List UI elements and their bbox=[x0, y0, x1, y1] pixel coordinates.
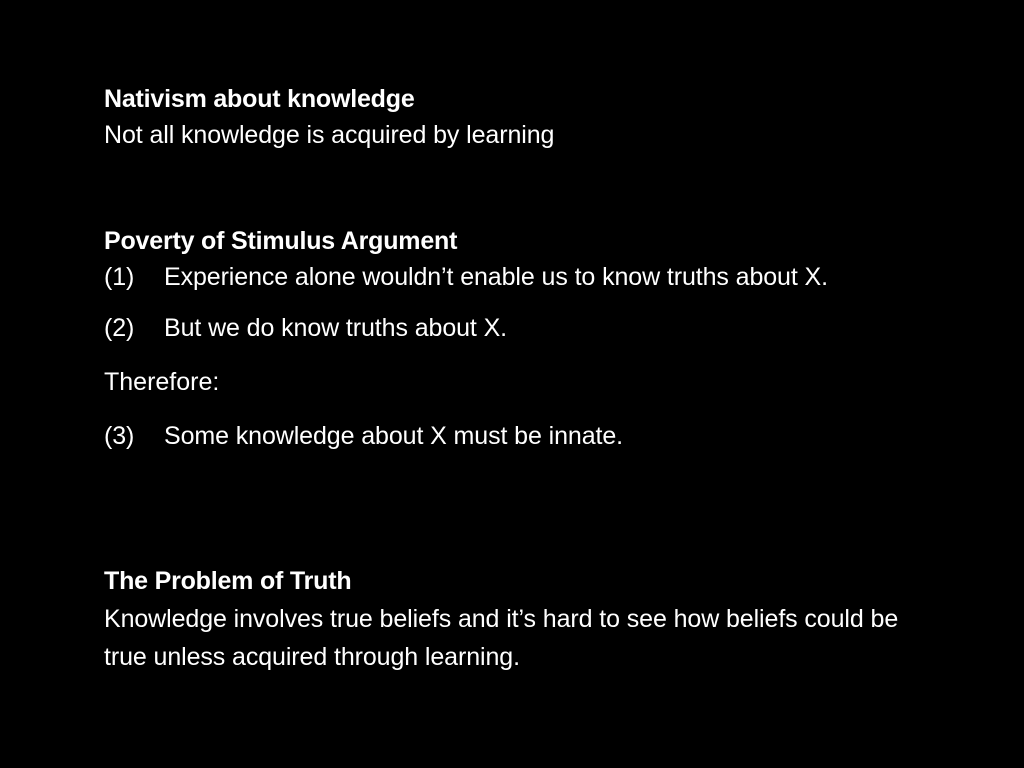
conclusion-text: Some knowledge about X must be innate. bbox=[164, 422, 623, 450]
truth-section: The Problem of Truth Knowledge involves … bbox=[104, 566, 924, 676]
nativism-text: Not all knowledge is acquired by learnin… bbox=[104, 121, 555, 149]
poverty-section: Poverty of Stimulus Argument (1) Experie… bbox=[104, 226, 924, 455]
therefore-label: Therefore: bbox=[104, 368, 220, 396]
conclusion: (3) Some knowledge about X must be innat… bbox=[104, 417, 924, 455]
premise-1-number: (1) bbox=[104, 263, 135, 291]
truth-heading: The Problem of Truth bbox=[104, 567, 352, 595]
nativism-section: Nativism about knowledge Not all knowled… bbox=[104, 84, 924, 154]
premise-1-text: Experience alone wouldn’t enable us to k… bbox=[164, 263, 828, 291]
premise-2-number: (2) bbox=[104, 314, 135, 342]
slide: Nativism about knowledge Not all knowled… bbox=[0, 0, 1024, 768]
premise-2: (2) But we do know truths about X. bbox=[104, 309, 924, 347]
nativism-heading: Nativism about knowledge bbox=[104, 85, 415, 113]
premise-1: (1) Experience alone wouldn’t enable us … bbox=[104, 258, 924, 296]
conclusion-number: (3) bbox=[104, 422, 135, 450]
premise-2-text: But we do know truths about X. bbox=[164, 314, 508, 342]
poverty-heading: Poverty of Stimulus Argument bbox=[104, 227, 458, 255]
truth-text: Knowledge involves true beliefs and it’s… bbox=[104, 605, 899, 671]
